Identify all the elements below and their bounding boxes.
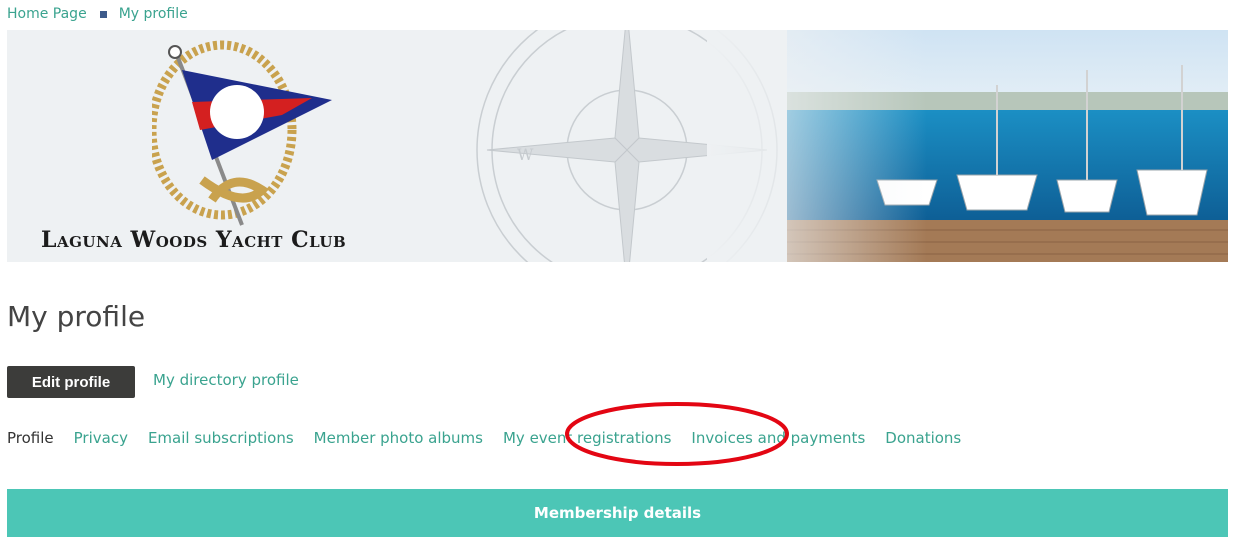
svg-text:W: W	[517, 145, 534, 164]
tab-email-subscriptions[interactable]: Email subscriptions	[148, 429, 294, 447]
yacht-club-flag-logo	[152, 40, 332, 226]
breadcrumb-separator	[99, 10, 107, 18]
edit-profile-button[interactable]: Edit profile	[7, 366, 135, 398]
tab-member-photo-albums[interactable]: Member photo albums	[314, 429, 483, 447]
page-title: My profile	[7, 300, 146, 333]
header-banner: W Laguna Woods Yacht Club	[7, 30, 1228, 262]
breadcrumb-home-link[interactable]: Home Page	[7, 6, 87, 22]
profile-tabs: Profile Privacy Email subscriptions Memb…	[7, 429, 981, 447]
club-name: Laguna Woods Yacht Club	[41, 227, 347, 253]
membership-details-bar[interactable]: Membership details	[7, 489, 1228, 537]
tab-privacy[interactable]: Privacy	[74, 429, 128, 447]
tab-donations[interactable]: Donations	[885, 429, 961, 447]
tab-profile[interactable]: Profile	[7, 429, 54, 447]
annotation-circle	[565, 402, 789, 466]
banner-fade	[707, 30, 927, 262]
breadcrumb: Home Page My profile	[7, 6, 188, 22]
my-directory-profile-link[interactable]: My directory profile	[153, 371, 299, 389]
breadcrumb-current-link[interactable]: My profile	[119, 6, 188, 22]
